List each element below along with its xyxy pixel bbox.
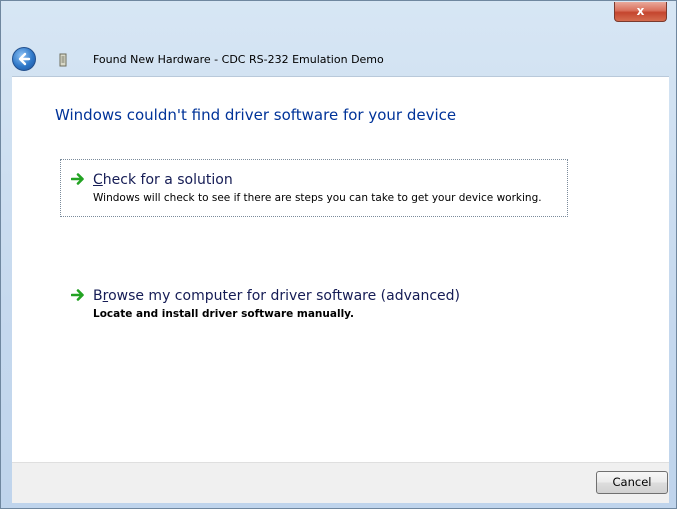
back-button[interactable] (12, 47, 36, 71)
title-bar: Found New Hardware - CDC RS-232 Emulatio… (1, 37, 677, 77)
option-title-prefix: B (93, 288, 103, 304)
check-for-solution-option[interactable]: Check for a solution Windows will check … (60, 159, 568, 217)
option-title: Check for a solution (93, 172, 557, 188)
option-description: Windows will check to see if there are s… (93, 192, 542, 204)
cancel-button[interactable]: Cancel (596, 471, 668, 494)
back-arrow-icon (18, 52, 31, 66)
page-title: Windows couldn't find driver software fo… (55, 106, 457, 124)
close-icon: x (636, 4, 645, 18)
window-title: Found New Hardware - CDC RS-232 Emulatio… (93, 53, 384, 66)
hardware-device-icon (59, 53, 67, 67)
option-title: Browse my computer for driver software (… (93, 288, 557, 304)
dialog-window: x Found New Hardware - CDC RS-232 Emulat… (0, 0, 677, 509)
option-accesskey: C (93, 172, 103, 188)
option-title-text: owse my computer for driver software (ad… (108, 288, 461, 304)
green-arrow-icon (71, 173, 84, 185)
green-arrow-icon (71, 289, 84, 301)
footer-bar: Cancel (12, 462, 669, 503)
option-description: Locate and install driver software manua… (93, 308, 355, 320)
close-button[interactable]: x (614, 2, 667, 22)
browse-computer-option[interactable]: Browse my computer for driver software (… (60, 275, 568, 333)
option-title-text: heck for a solution (102, 172, 233, 188)
main-content: Windows couldn't find driver software fo… (12, 76, 669, 462)
